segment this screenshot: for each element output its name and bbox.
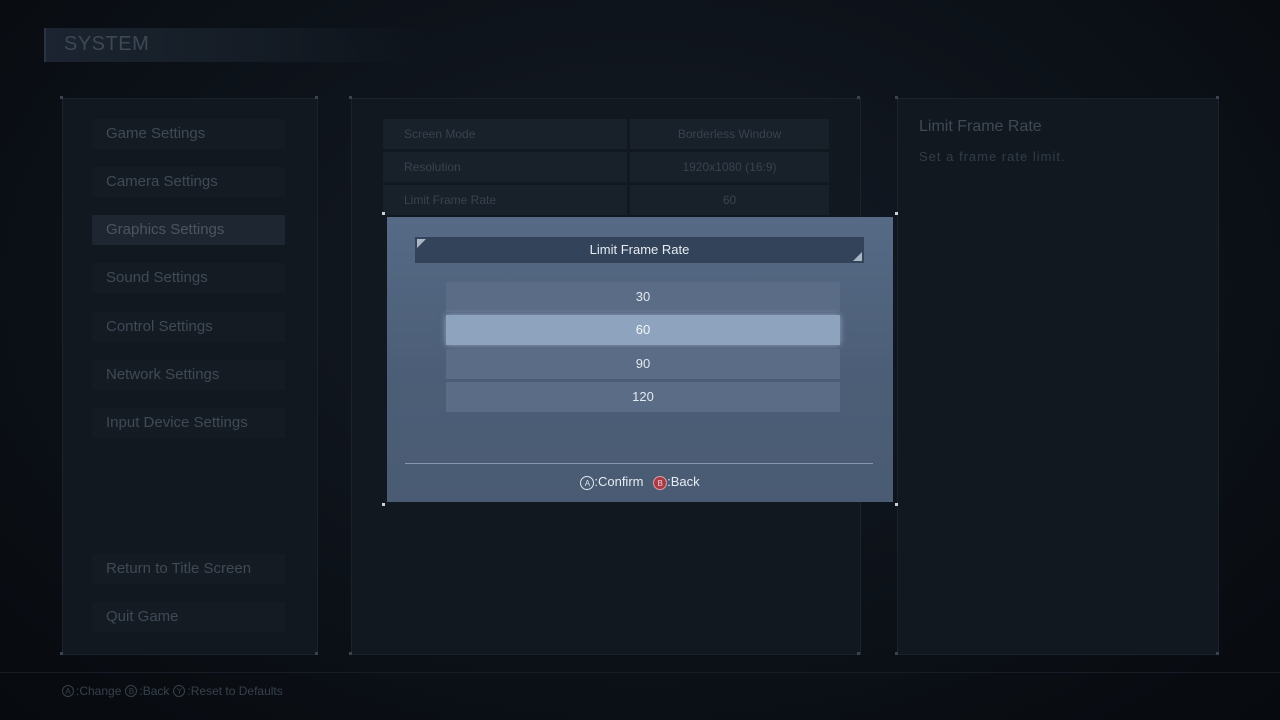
panel-corner — [1216, 652, 1219, 655]
setting-label: Screen Mode — [383, 119, 627, 149]
info-description: Set a frame rate limit. — [919, 149, 1066, 164]
back-label[interactable]: :Back — [667, 474, 700, 489]
panel-corner — [1216, 96, 1219, 99]
dialog-corner — [895, 503, 898, 506]
footer-reset-label: :Reset to Defaults — [187, 684, 283, 698]
page-title: SYSTEM — [64, 33, 150, 55]
dialog-footer: A:Confirm B:Back — [387, 474, 893, 490]
option-120[interactable]: 120 — [446, 382, 840, 412]
dialog-corner — [382, 503, 385, 506]
confirm-label[interactable]: :Confirm — [594, 474, 643, 489]
option-60[interactable]: 60 — [446, 315, 840, 345]
panel-corner — [60, 96, 63, 99]
setting-value: 60 — [630, 185, 829, 215]
menu-item-network-settings[interactable]: Network Settings — [92, 360, 285, 390]
dialog-title-text: Limit Frame Rate — [589, 242, 690, 257]
a-button-icon: A — [62, 685, 74, 697]
b-button-icon[interactable]: B — [653, 475, 668, 490]
setting-label: Resolution — [383, 152, 627, 182]
corner-triangle-icon — [417, 239, 426, 248]
panel-corner — [895, 96, 898, 99]
panel-corner — [315, 96, 318, 99]
panel-corner — [349, 96, 352, 99]
footer-change-label: :Change — [76, 684, 122, 698]
panel-corner — [857, 652, 860, 655]
menu-item-camera-settings[interactable]: Camera Settings — [92, 167, 285, 197]
menu-item-return-to-title[interactable]: Return to Title Screen — [92, 554, 285, 584]
option-90[interactable]: 90 — [446, 349, 840, 379]
option-30[interactable]: 30 — [446, 282, 840, 312]
dialog-corner — [382, 212, 385, 215]
panel-corner — [315, 652, 318, 655]
y-button-icon: Y — [173, 685, 186, 697]
panel-corner — [857, 96, 860, 99]
menu-item-graphics-settings[interactable]: Graphics Settings — [92, 215, 285, 245]
footer-back-label: :Back — [139, 684, 170, 698]
info-title: Limit Frame Rate — [919, 118, 1042, 135]
panel-corner — [895, 652, 898, 655]
setting-row-screen-mode[interactable]: Screen Mode Borderless Window — [383, 119, 829, 149]
dialog-corner — [895, 212, 898, 215]
dialog-title: Limit Frame Rate — [415, 237, 864, 263]
a-button-icon[interactable]: A — [580, 475, 595, 490]
menu-item-game-settings[interactable]: Game Settings — [92, 119, 285, 149]
menu-item-quit-game[interactable]: Quit Game — [92, 602, 285, 632]
panel-corner — [349, 652, 352, 655]
panel-corner — [60, 652, 63, 655]
menu-item-input-device-settings[interactable]: Input Device Settings — [92, 408, 285, 438]
menu-item-control-settings[interactable]: Control Settings — [92, 312, 285, 342]
setting-row-resolution[interactable]: Resolution 1920x1080 (16:9) — [383, 152, 829, 182]
frame-rate-dialog: Limit Frame Rate 30 60 90 120 A:Confirm … — [387, 217, 893, 502]
dialog-divider — [405, 463, 873, 464]
setting-row-limit-frame-rate[interactable]: Limit Frame Rate 60 — [383, 185, 829, 215]
info-panel — [897, 98, 1219, 655]
setting-label: Limit Frame Rate — [383, 185, 627, 215]
setting-value: Borderless Window — [630, 119, 829, 149]
b-button-icon: B — [125, 685, 138, 697]
footer-divider — [0, 672, 1280, 673]
corner-triangle-icon — [853, 252, 862, 261]
footer-hints: A :Change B :Back Y :Reset to Defaults — [62, 684, 287, 698]
setting-value: 1920x1080 (16:9) — [630, 152, 829, 182]
menu-item-sound-settings[interactable]: Sound Settings — [92, 263, 285, 293]
